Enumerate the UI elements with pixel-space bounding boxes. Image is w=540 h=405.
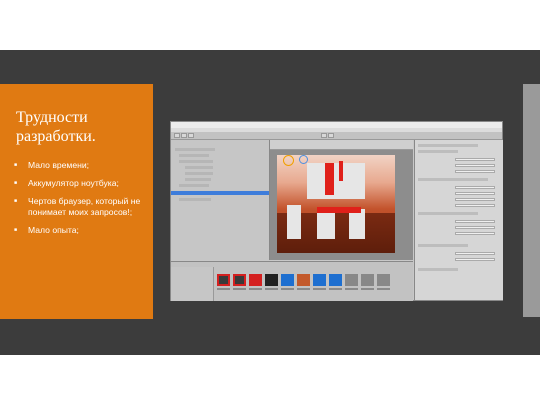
asset-thumbnail: [345, 274, 358, 286]
inspector-field: [455, 252, 495, 255]
asset-label: [265, 288, 278, 290]
asset-thumbnail: [233, 274, 246, 286]
red-pillar: [325, 163, 334, 195]
bullet-item: Мало опыта;: [14, 225, 150, 236]
asset-thumbnail: [265, 274, 278, 286]
hierarchy-row: [175, 148, 215, 151]
inspector-row: [418, 150, 458, 153]
scale-tool-icon: [188, 133, 194, 138]
inspector-field: [455, 204, 495, 207]
inspector-panel: [414, 140, 503, 300]
asset-thumbnail: [249, 274, 262, 286]
hierarchy-row: [185, 178, 211, 181]
play-icon: [321, 133, 327, 138]
asset-label: [329, 288, 342, 290]
inspector-field: [455, 164, 495, 167]
inspector-row: [418, 268, 458, 271]
scene-view: [270, 140, 413, 260]
mars-background-image: [277, 155, 395, 253]
bullet-list: Мало времени; Аккумулятор ноутбука; Черт…: [14, 160, 150, 243]
inspector-field: [455, 220, 495, 223]
inspector-field: [455, 226, 495, 229]
asset-label: [361, 288, 374, 290]
asset-thumbnail: [281, 274, 294, 286]
asset-thumbnail: [313, 274, 326, 286]
bullet-item: Аккумулятор ноутбука;: [14, 178, 150, 189]
asset-thumbnail: [377, 274, 390, 286]
platform-block: [349, 209, 365, 239]
hierarchy-panel: [171, 140, 270, 260]
bullet-item: Мало времени;: [14, 160, 150, 171]
hierarchy-row: [179, 198, 211, 201]
inspector-field: [455, 158, 495, 161]
inspector-field: [455, 186, 495, 189]
asset-label: [217, 288, 230, 290]
inspector-field: [455, 192, 495, 195]
presentation-slide: Трудности разработки. Мало времени; Акку…: [0, 0, 540, 405]
inspector-row: [418, 212, 478, 215]
inspector-field: [455, 198, 495, 201]
asset-thumbnail: [297, 274, 310, 286]
platform-block: [317, 213, 335, 239]
red-pillar: [339, 161, 343, 181]
asset-thumbnail: [217, 274, 230, 286]
inspector-field: [455, 258, 495, 261]
text-panel: Трудности разработки. Мало времени; Акку…: [0, 84, 153, 319]
hierarchy-selected-row: [171, 191, 269, 195]
hierarchy-row: [185, 172, 213, 175]
inspector-row: [418, 244, 468, 247]
editor-screenshot: [170, 121, 503, 301]
inspector-row: [418, 178, 488, 181]
asset-label: [313, 288, 326, 290]
transform-gizmo-icon: [283, 155, 294, 166]
asset-thumbnail: [329, 274, 342, 286]
asset-label: [297, 288, 310, 290]
move-tool-icon: [174, 133, 180, 138]
bullet-item: Чертов браузер, который не понимает моих…: [14, 196, 150, 218]
asset-label: [249, 288, 262, 290]
platform-block: [307, 163, 365, 199]
asset-thumbnail: [361, 274, 374, 286]
hierarchy-row: [185, 166, 213, 169]
hierarchy-row: [179, 160, 213, 163]
editor-toolbar: [171, 132, 502, 140]
platform-block: [287, 205, 301, 239]
project-folder-tree: [171, 267, 214, 301]
hierarchy-row: [179, 154, 209, 157]
transform-gizmo-icon: [299, 155, 308, 164]
scene-toolbar: [270, 140, 413, 150]
red-bar: [317, 207, 361, 213]
hierarchy-row: [179, 184, 209, 187]
inspector-field: [455, 170, 495, 173]
slide-title: Трудности разработки.: [16, 109, 96, 145]
right-accent-bar: [523, 84, 540, 317]
inspector-row: [418, 144, 478, 147]
pause-icon: [328, 133, 334, 138]
rotate-tool-icon: [181, 133, 187, 138]
asset-label: [345, 288, 358, 290]
asset-label: [233, 288, 246, 290]
project-panel: [171, 261, 413, 301]
asset-label: [281, 288, 294, 290]
asset-label: [377, 288, 390, 290]
inspector-field: [455, 232, 495, 235]
